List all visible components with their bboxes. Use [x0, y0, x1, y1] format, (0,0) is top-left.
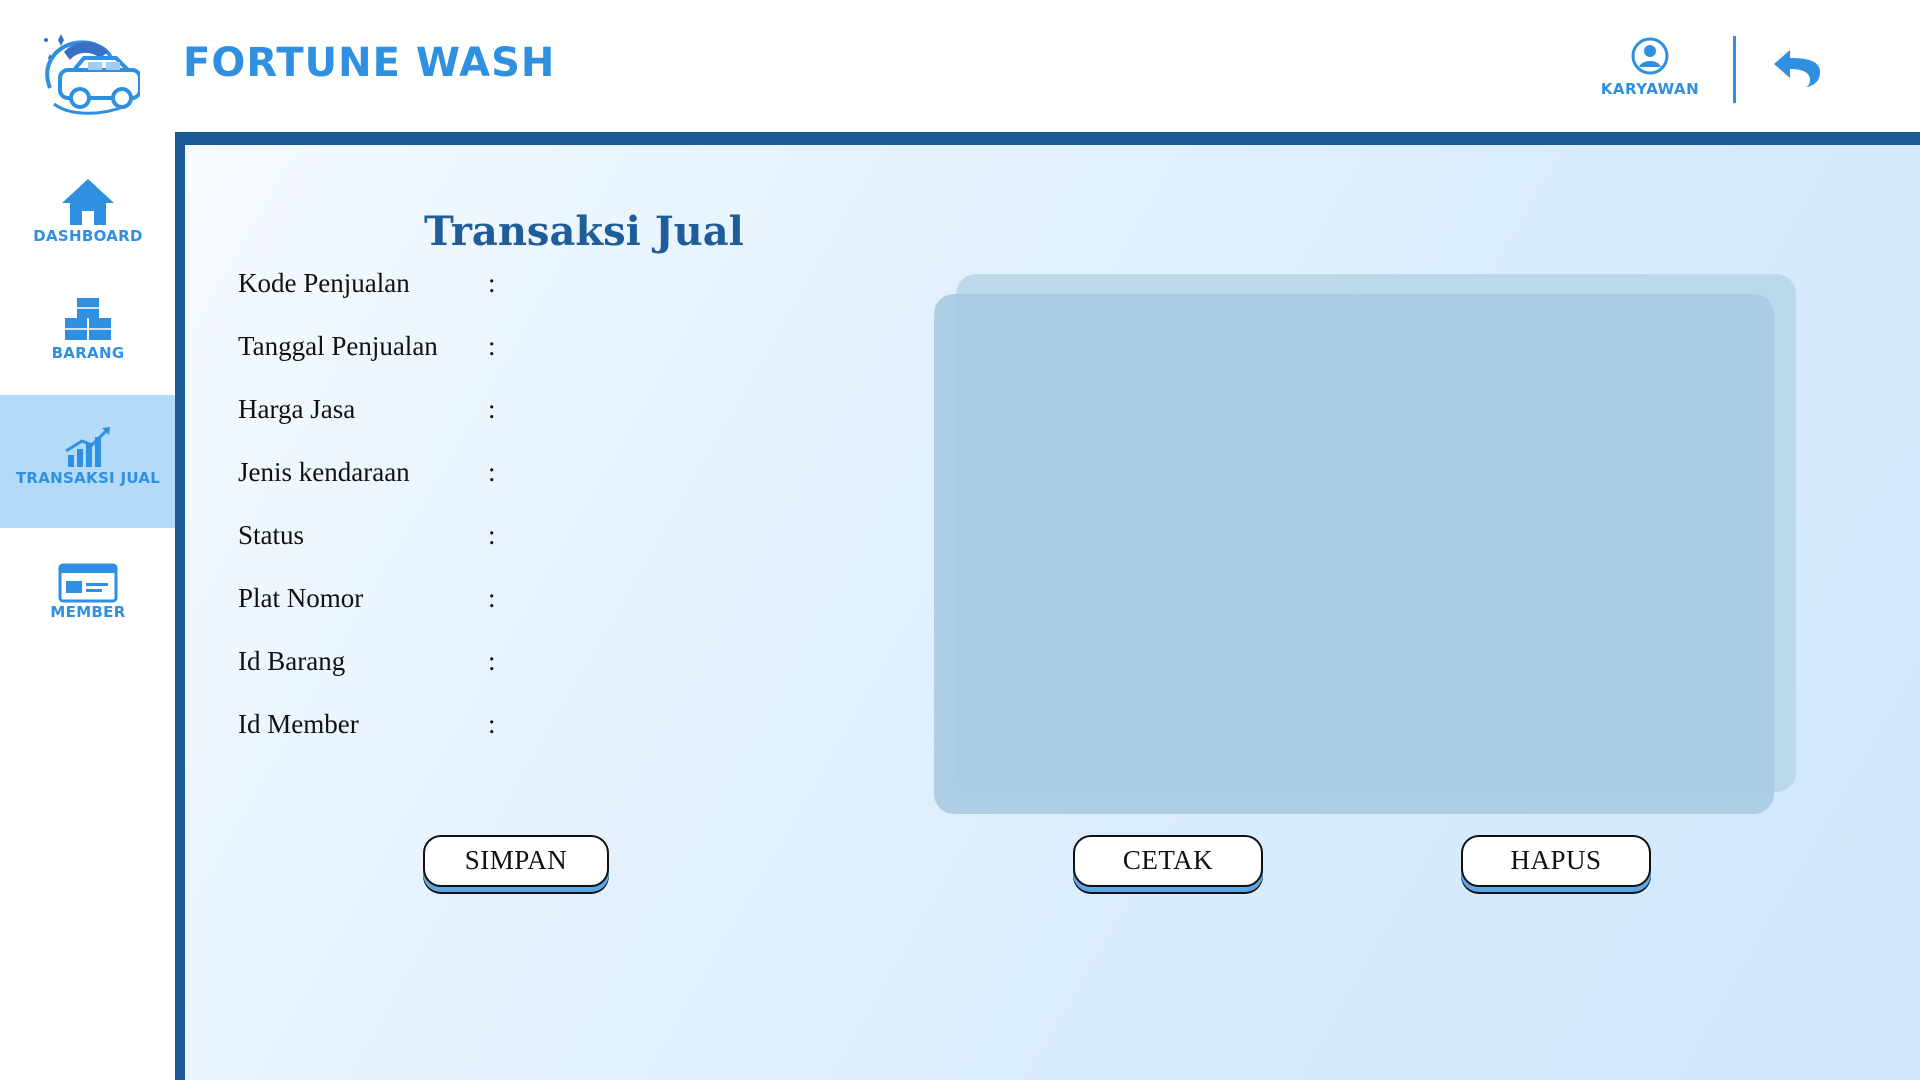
brand-title: FORTUNE WASH — [183, 40, 556, 86]
car-wash-logo-icon — [30, 18, 142, 120]
undo-arrow-icon — [1774, 50, 1820, 87]
data-table-area[interactable] — [934, 294, 1774, 814]
field-label: Status — [238, 520, 305, 550]
field-label: Id Barang — [238, 646, 346, 676]
growth-chart-icon — [65, 427, 110, 467]
back-button[interactable] — [1770, 44, 1822, 92]
member-card-icon — [58, 563, 118, 603]
field-colon: : — [488, 583, 496, 613]
header-divider — [1733, 36, 1736, 103]
field-colon: : — [488, 457, 496, 487]
user-role-label: KARYAWAN — [1600, 80, 1700, 98]
field-colon: : — [488, 331, 496, 361]
boxes-icon — [65, 298, 111, 340]
field-label: Plat Nomor — [238, 583, 364, 613]
field-label: Tanggal Penjualan — [238, 331, 438, 361]
simpan-button[interactable]: SIMPAN — [423, 835, 609, 887]
field-label: Jenis kendaraan — [238, 457, 410, 487]
sidebar-item-barang[interactable]: BARANG — [0, 296, 176, 372]
sidebar-item-label: TRANSAKSI JUAL — [15, 469, 161, 487]
field-colon: : — [488, 646, 496, 676]
sidebar-item-label: DASHBOARD — [33, 227, 143, 245]
home-icon — [62, 179, 114, 225]
user-account-button[interactable]: KARYAWAN — [1580, 36, 1720, 98]
field-label: Kode Penjualan — [238, 268, 410, 298]
hapus-button[interactable]: HAPUS — [1461, 835, 1651, 887]
sidebar-item-member[interactable]: MEMBER — [0, 563, 176, 625]
field-label: Id Member — [238, 709, 359, 739]
sidebar-item-label: BARANG — [51, 344, 125, 362]
sidebar-item-label: MEMBER — [50, 603, 126, 621]
field-colon: : — [488, 520, 496, 550]
field-colon: : — [488, 394, 496, 424]
cetak-button[interactable]: CETAK — [1073, 835, 1263, 887]
user-circle-icon — [1631, 37, 1669, 75]
sidebar-item-transaksi-jual[interactable]: TRANSAKSI JUAL — [0, 395, 176, 528]
page-title: Transaksi Jual — [424, 208, 744, 255]
field-colon: : — [488, 709, 496, 739]
field-colon: : — [488, 268, 496, 298]
sidebar-item-dashboard[interactable]: DASHBOARD — [0, 177, 176, 255]
field-label: Harga Jasa — [238, 394, 356, 424]
